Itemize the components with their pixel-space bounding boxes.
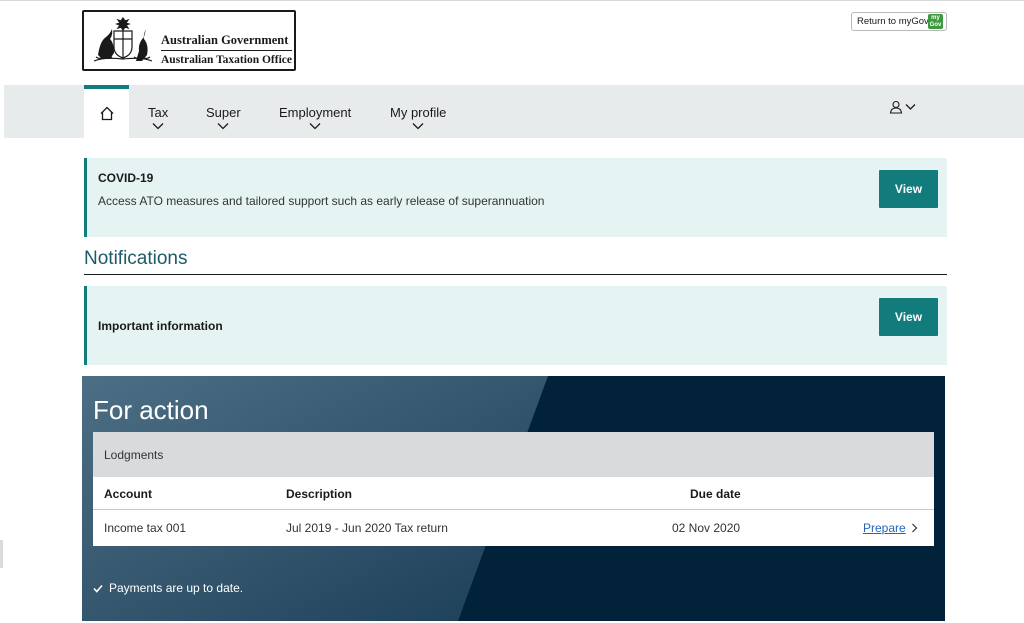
top-border xyxy=(0,0,1024,1)
important-info-title: Important information xyxy=(98,319,223,333)
chevron-down-icon xyxy=(217,123,229,130)
row-due-date: 02 Nov 2020 xyxy=(672,521,741,535)
checkmark-icon xyxy=(93,584,103,593)
return-to-mygov-button[interactable]: Return to myGov my Gov xyxy=(851,12,947,31)
nav-home-tab[interactable] xyxy=(84,85,129,138)
chevron-right-icon xyxy=(911,523,918,533)
important-info-view-button[interactable]: View xyxy=(879,298,938,336)
column-account: Account xyxy=(104,487,152,501)
return-to-mygov-label: Return to myGov xyxy=(857,16,929,27)
payments-status: Payments are up to date. xyxy=(93,581,243,595)
row-description: Jul 2019 - Jun 2020 Tax return xyxy=(286,521,448,535)
covid-title: COVID-19 xyxy=(98,171,154,185)
payments-status-text: Payments are up to date. xyxy=(109,581,244,595)
chevron-down-icon xyxy=(412,123,424,130)
important-info-banner: Important information View xyxy=(84,286,947,365)
home-icon xyxy=(100,106,113,121)
ato-logo[interactable]: Australian Government Australian Taxatio… xyxy=(82,10,296,71)
prepare-link[interactable]: Prepare xyxy=(863,521,918,535)
covid-banner: COVID-19 Access ATO measures and tailore… xyxy=(84,158,947,237)
logo-divider xyxy=(161,50,292,51)
mygov-badge-icon: my Gov xyxy=(928,14,943,29)
side-edge-tab xyxy=(0,540,3,568)
logo-line-government: Australian Government xyxy=(161,33,289,47)
main-nav: Tax Super Employment My profile xyxy=(4,85,1024,138)
nav-employment-label: Employment xyxy=(279,105,352,120)
logo-line-ato: Australian Taxation Office xyxy=(161,54,292,66)
lodgments-table: Lodgments Account Description Due date I… xyxy=(93,432,934,546)
covid-text: Access ATO measures and tailored support… xyxy=(98,194,545,208)
table-row: Income tax 001 Jul 2019 - Jun 2020 Tax r… xyxy=(93,510,934,543)
row-account: Income tax 001 xyxy=(104,521,187,535)
nav-super-label: Super xyxy=(206,105,241,120)
notifications-divider xyxy=(84,274,947,275)
nav-employment[interactable]: Employment xyxy=(279,105,351,130)
nav-my-profile-label: My profile xyxy=(390,105,447,120)
chevron-down-icon xyxy=(905,104,916,110)
chevron-down-icon xyxy=(152,123,164,130)
chevron-down-icon xyxy=(309,123,321,130)
user-menu[interactable] xyxy=(889,99,919,115)
coat-of-arms-icon xyxy=(93,17,153,62)
covid-view-button[interactable]: View xyxy=(879,170,938,208)
user-icon xyxy=(889,100,903,114)
for-action-panel: For action Lodgments Account Description… xyxy=(82,376,945,621)
column-due-date: Due date xyxy=(690,487,741,501)
nav-tax-label: Tax xyxy=(148,105,169,120)
lodgments-column-headers: Account Description Due date xyxy=(93,477,934,510)
column-description: Description xyxy=(286,487,353,501)
prepare-link-label: Prepare xyxy=(863,521,906,535)
notifications-heading: Notifications xyxy=(84,248,188,269)
nav-my-profile[interactable]: My profile xyxy=(390,105,446,130)
for-action-title: For action xyxy=(93,395,209,425)
nav-tax[interactable]: Tax xyxy=(148,105,168,130)
nav-super[interactable]: Super xyxy=(206,105,241,130)
lodgments-heading: Lodgments xyxy=(93,432,934,477)
